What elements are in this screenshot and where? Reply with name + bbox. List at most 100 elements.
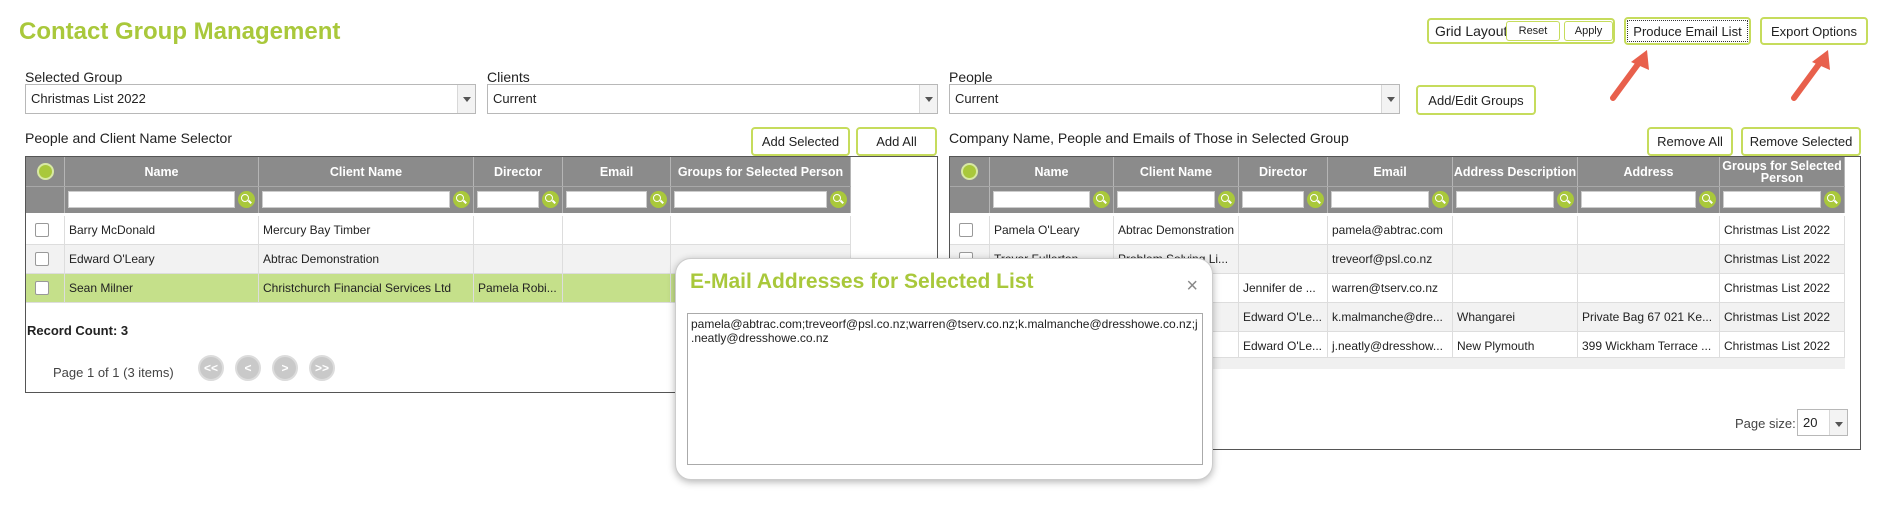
cell-email: j.neatly@dresshow... xyxy=(1328,332,1453,360)
col-groups[interactable]: Groups for Selected Person xyxy=(1720,157,1845,186)
grid-header: Name Client Name Director Email Groups f… xyxy=(26,157,851,186)
filter-cell-groups xyxy=(1720,187,1845,213)
cell-name: Pamela O'Leary xyxy=(990,216,1114,244)
last-page-button[interactable]: >> xyxy=(309,355,335,381)
cell-groups: Christmas List 2022 xyxy=(1720,303,1845,331)
clients-select[interactable]: Current xyxy=(487,84,938,114)
cell-director: Pamela Robi... xyxy=(474,274,563,302)
people-select[interactable]: Current xyxy=(949,84,1400,114)
reset-button[interactable]: Reset xyxy=(1506,21,1560,41)
cell-address-description xyxy=(1453,216,1578,244)
cell-name: Barry McDonald xyxy=(65,216,259,244)
chevron-down-icon[interactable] xyxy=(1381,85,1399,113)
filter-input[interactable] xyxy=(1581,191,1696,208)
grid-header: Name Client Name Director Email Address … xyxy=(950,157,1845,186)
modal-title: E-Mail Addresses for Selected List xyxy=(690,270,1034,293)
next-page-button[interactable]: > xyxy=(272,355,298,381)
cell-address-description xyxy=(1453,274,1578,302)
search-icon[interactable] xyxy=(238,191,255,208)
col-email[interactable]: Email xyxy=(1328,157,1453,186)
select-all-cell[interactable] xyxy=(26,157,65,186)
search-icon[interactable] xyxy=(542,191,559,208)
selected-group-select[interactable]: Christmas List 2022 xyxy=(25,84,476,114)
filter-cell-director xyxy=(1239,187,1328,213)
cell-email: k.malmanche@dre... xyxy=(1328,303,1453,331)
filter-input[interactable] xyxy=(993,191,1090,208)
table-row[interactable]: Barry McDonald Mercury Bay Timber xyxy=(26,216,851,245)
close-icon[interactable]: × xyxy=(1186,275,1198,298)
col-address[interactable]: Address xyxy=(1578,157,1720,186)
select-all-icon[interactable] xyxy=(961,163,978,180)
remove-selected-button[interactable]: Remove Selected xyxy=(1741,127,1861,156)
filter-input[interactable] xyxy=(1723,191,1821,208)
search-icon[interactable] xyxy=(1218,191,1235,208)
add-selected-button[interactable]: Add Selected xyxy=(751,127,850,156)
page-size-select[interactable]: 20 xyxy=(1797,409,1848,436)
grid-layout-label: Grid Layout xyxy=(1435,23,1508,39)
search-icon[interactable] xyxy=(1557,191,1574,208)
search-icon[interactable] xyxy=(650,191,667,208)
cell-address: 399 Wickham Terrace ... xyxy=(1578,332,1720,360)
apply-button[interactable]: Apply xyxy=(1564,21,1613,41)
clients-value: Current xyxy=(493,91,537,106)
filter-input[interactable] xyxy=(674,191,827,208)
add-all-button[interactable]: Add All xyxy=(856,127,937,156)
cell-email: warren@tserv.co.nz xyxy=(1328,274,1453,302)
first-page-button[interactable]: << xyxy=(198,355,224,381)
left-section-title: People and Client Name Selector xyxy=(25,130,233,146)
search-icon[interactable] xyxy=(830,191,847,208)
cell-director: Edward O'Le... xyxy=(1239,303,1328,331)
cell-address-description: New Plymouth xyxy=(1453,332,1578,360)
search-icon[interactable] xyxy=(1432,191,1449,208)
filter-cell-address-description xyxy=(1453,187,1578,213)
col-name[interactable]: Name xyxy=(65,157,259,186)
email-addresses-textarea[interactable]: pamela@abtrac.com;treveorf@psl.co.nz;war… xyxy=(687,313,1203,465)
col-name[interactable]: Name xyxy=(990,157,1114,186)
search-icon[interactable] xyxy=(1699,191,1716,208)
filter-input[interactable] xyxy=(477,191,539,208)
select-all-cell[interactable] xyxy=(950,157,990,186)
row-checkbox[interactable] xyxy=(959,223,973,237)
filter-input[interactable] xyxy=(68,191,235,208)
row-checkbox[interactable] xyxy=(35,223,49,237)
search-icon[interactable] xyxy=(1307,191,1324,208)
search-icon[interactable] xyxy=(1824,191,1841,208)
cell-address xyxy=(1578,274,1720,302)
cell-address xyxy=(1578,245,1720,273)
search-icon[interactable] xyxy=(1093,191,1110,208)
col-client-name[interactable]: Client Name xyxy=(259,157,474,186)
search-icon[interactable] xyxy=(453,191,470,208)
filter-input[interactable] xyxy=(1456,191,1554,208)
remove-all-button[interactable]: Remove All xyxy=(1647,127,1733,156)
col-client-name[interactable]: Client Name xyxy=(1114,157,1239,186)
filter-input[interactable] xyxy=(262,191,450,208)
row-checkbox-cell xyxy=(26,274,65,302)
filter-input[interactable] xyxy=(1117,191,1215,208)
selected-group-value: Christmas List 2022 xyxy=(31,91,146,106)
add-edit-groups-button[interactable]: Add/Edit Groups xyxy=(1416,85,1536,115)
row-checkbox[interactable] xyxy=(35,281,49,295)
filter-cell-email xyxy=(563,187,671,213)
export-options-button[interactable]: Export Options xyxy=(1760,17,1868,45)
chevron-down-icon[interactable] xyxy=(919,85,937,113)
filter-input[interactable] xyxy=(1331,191,1429,208)
col-director[interactable]: Director xyxy=(474,157,563,186)
grid-layout-group: Grid Layout Reset Apply xyxy=(1427,18,1615,44)
select-all-icon[interactable] xyxy=(36,163,54,180)
col-address-description[interactable]: Address Description xyxy=(1453,157,1578,186)
produce-email-list-button[interactable]: Produce Email List xyxy=(1624,17,1751,45)
cell-name: Edward O'Leary xyxy=(65,245,259,273)
row-checkbox[interactable] xyxy=(35,252,49,266)
filter-input[interactable] xyxy=(566,191,647,208)
col-email[interactable]: Email xyxy=(563,157,671,186)
chevron-down-icon[interactable] xyxy=(457,85,475,113)
chevron-down-icon[interactable] xyxy=(1829,410,1847,435)
filter-input[interactable] xyxy=(1242,191,1304,208)
col-groups[interactable]: Groups for Selected Person xyxy=(671,157,851,186)
cell-director xyxy=(474,245,563,273)
col-director[interactable]: Director xyxy=(1239,157,1328,186)
table-row[interactable]: Pamela O'Leary Abtrac Demonstration pame… xyxy=(950,216,1845,245)
cell-client: Abtrac Demonstration xyxy=(259,245,474,273)
prev-page-button[interactable]: < xyxy=(235,355,261,381)
cell-groups: Christmas List 2022 xyxy=(1720,216,1845,244)
